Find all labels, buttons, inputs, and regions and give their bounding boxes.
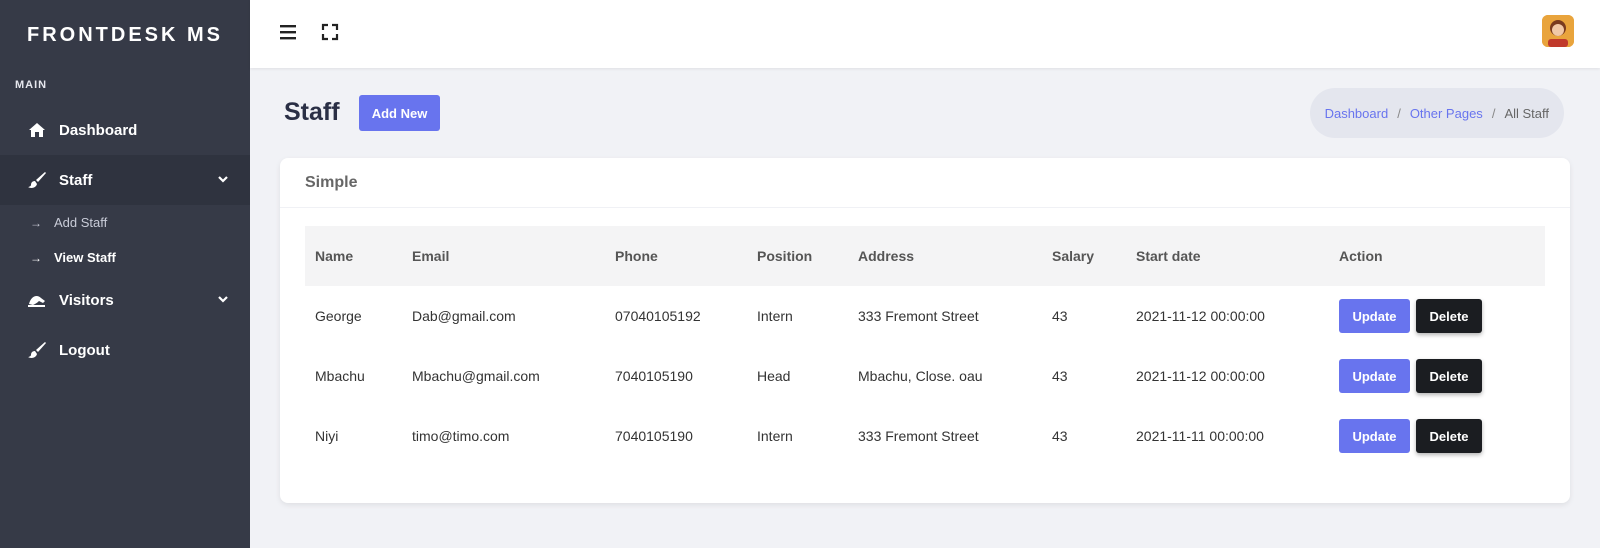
cell-position: Intern [757,428,793,444]
chevron-down-icon [218,296,228,303]
cell-email: Dab@gmail.com [412,308,516,324]
hamburger-icon[interactable] [278,22,298,42]
update-button[interactable]: Update [1339,359,1410,393]
sidebar: FRONTDESK MS MAIN Dashboard Staff → Add … [0,0,250,548]
update-button[interactable]: Update [1339,299,1410,333]
column-header: Salary [1052,248,1095,264]
column-header: Start date [1136,248,1201,264]
column-header: Phone [615,248,658,264]
sidebar-item-visitors[interactable]: Visitors [0,275,250,325]
cell-address: 333 Fremont Street [858,308,979,324]
cell-phone: 7040105190 [615,368,693,384]
breadcrumb-current: All Staff [1504,105,1549,121]
brush-icon [26,339,48,361]
column-header: Address [858,248,915,264]
cell-salary: 43 [1052,368,1068,384]
sidebar-item-logout[interactable]: Logout [0,325,250,375]
staff-card: Simple Name Email Phone Position Address… [280,158,1570,503]
sidebar-item-dashboard[interactable]: Dashboard [0,105,250,155]
column-header: Name [315,248,354,264]
brush-icon [26,169,48,191]
cell-name: Niyi [315,428,339,444]
topbar [250,0,1600,68]
staff-table: Name Email Phone Position Address Salary… [305,226,1545,466]
card-title: Simple [280,158,1570,208]
breadcrumb-link-other-pages[interactable]: Other Pages [1410,106,1483,121]
breadcrumb: Dashboard / Other Pages / All Staff [1309,88,1564,138]
sidebar-item-label: Dashboard [59,121,138,139]
delete-button[interactable]: Delete [1416,419,1482,453]
cell-action: Update Delete [1329,346,1545,406]
brand-logo[interactable]: FRONTDESK MS [0,0,250,70]
cell-position: Intern [757,308,793,324]
cell-salary: 43 [1052,428,1068,444]
cell-phone: 7040105190 [615,428,693,444]
arrow-right-icon: → [30,250,42,265]
add-new-button[interactable]: Add New [359,95,440,131]
column-header: Email [412,248,450,264]
cell-position: Head [757,368,791,384]
user-avatar[interactable] [1542,15,1574,47]
cell-phone: 07040105192 [615,308,701,324]
sidebar-section-title: MAIN [15,79,48,91]
fullscreen-icon[interactable] [320,22,340,42]
sidebar-item-staff[interactable]: Staff [0,155,250,205]
update-button[interactable]: Update [1339,419,1410,453]
sidebar-subitem-view-staff[interactable]: → View Staff [0,240,250,275]
sidebar-item-label: Visitors [59,291,114,309]
cell-address: 333 Fremont Street [858,428,979,444]
delete-button[interactable]: Delete [1416,359,1482,393]
cell-name: Mbachu [315,368,365,384]
cell-salary: 43 [1052,308,1068,324]
cell-start-date: 2021-11-12 00:00:00 [1136,308,1265,324]
delete-button[interactable]: Delete [1416,299,1482,333]
cell-email: timo@timo.com [412,428,510,444]
cell-start-date: 2021-11-11 00:00:00 [1136,428,1264,444]
breadcrumb-separator: / [1491,105,1496,121]
home-icon [26,119,48,141]
table-row: Mbachu Mbachu@gmail.com 7040105190 Head … [305,346,1545,406]
cell-start-date: 2021-11-12 00:00:00 [1136,368,1265,384]
visitors-icon [26,289,48,311]
table-row: Niyi timo@timo.com 7040105190 Intern 333… [305,406,1545,466]
sidebar-item-label: Logout [59,341,110,359]
sidebar-subitem-label: View Staff [54,250,116,265]
cell-action: Update Delete [1329,286,1545,346]
cell-name: George [315,308,362,324]
table-header-row: Name Email Phone Position Address Salary… [305,226,1545,286]
cell-address: Mbachu, Close. oau [858,368,983,384]
column-header: Position [757,248,813,264]
sidebar-subitem-add-staff[interactable]: → Add Staff [0,205,250,240]
chevron-down-icon [218,176,228,183]
sidebar-item-label: Staff [59,171,93,189]
column-header: Action [1339,248,1383,264]
arrow-right-icon: → [30,215,42,230]
cell-action: Update Delete [1329,406,1545,466]
breadcrumb-separator: / [1397,105,1401,121]
table-row: George Dab@gmail.com 07040105192 Intern … [305,286,1545,346]
breadcrumb-link-dashboard[interactable]: Dashboard [1325,106,1389,121]
cell-email: Mbachu@gmail.com [412,368,540,384]
sidebar-subitem-label: Add Staff [54,215,108,230]
page-title: Staff [284,98,340,126]
